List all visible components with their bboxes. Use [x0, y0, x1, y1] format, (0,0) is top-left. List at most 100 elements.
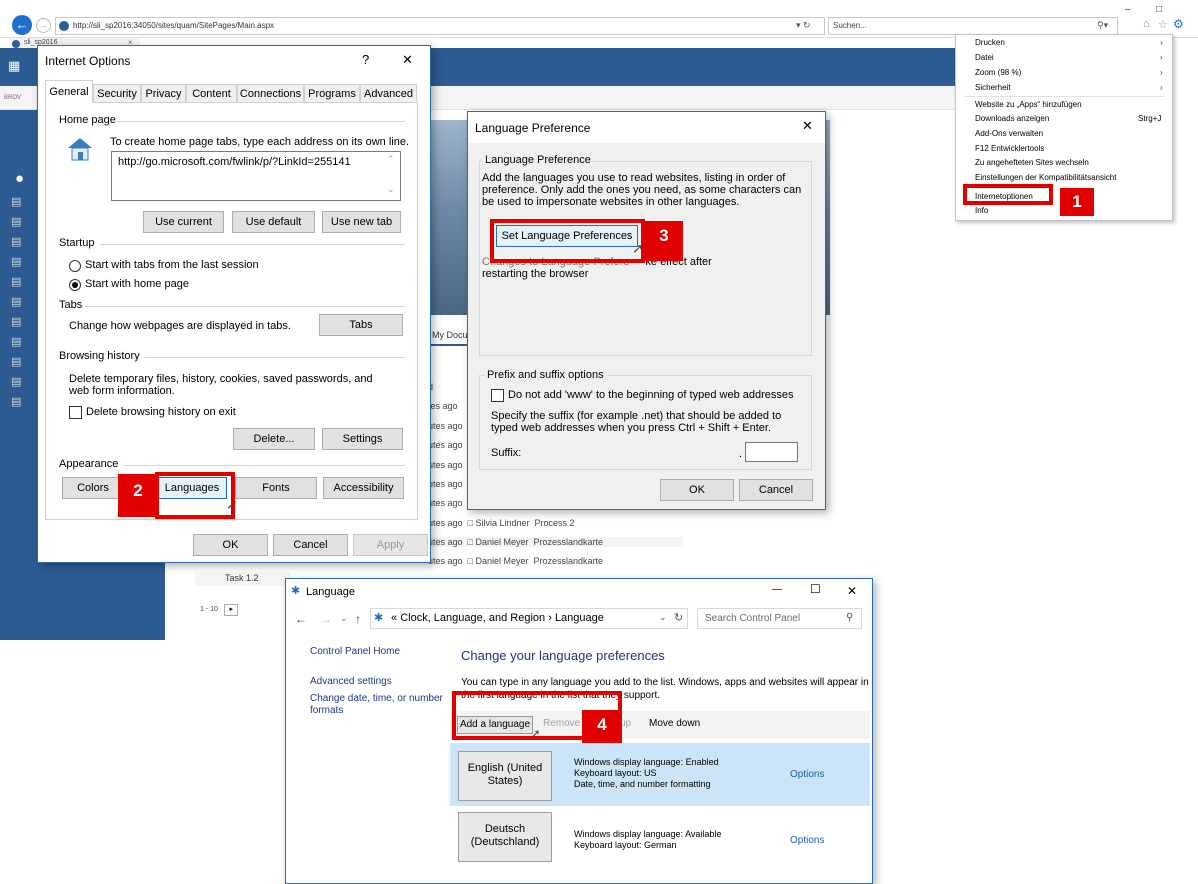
- search-icon[interactable]: ⚲: [846, 612, 853, 623]
- help-button[interactable]: ?: [362, 52, 369, 67]
- menu-item-add-apps[interactable]: Website zu „Apps“ hinzufügen: [975, 100, 1082, 109]
- colors-button[interactable]: Colors: [62, 477, 124, 499]
- cp-address-dropdown-icon[interactable]: ⌄: [659, 612, 667, 623]
- no-www-label[interactable]: Do not add 'www' to the beginning of typ…: [508, 389, 794, 401]
- accessibility-button[interactable]: Accessibility: [323, 477, 404, 499]
- gear-icon[interactable]: ⚙: [1173, 17, 1184, 31]
- cp-nav-forward-icon[interactable]: →: [320, 612, 332, 626]
- menu-item-f12[interactable]: F12 Entwicklertools: [975, 144, 1044, 153]
- table-row: utes ago □ Daniel Meyer Prozesslandkarte: [428, 537, 683, 547]
- back-icon[interactable]: ←: [12, 15, 32, 35]
- scroll-up-icon[interactable]: ⌃: [387, 154, 395, 165]
- startup-home-radio[interactable]: [69, 279, 81, 291]
- menu-item-downloads[interactable]: Downloads anzeigen: [975, 114, 1049, 123]
- breadcrumb: « Clock, Language, and Region › Language: [391, 612, 604, 624]
- cp-search-box[interactable]: Search Control Panel ⚲: [697, 608, 862, 629]
- menu-item-drucken[interactable]: Drucken: [975, 38, 1005, 47]
- delete-on-exit-label[interactable]: Delete browsing history on exit: [86, 406, 236, 418]
- table-row: tes ago: [428, 401, 458, 411]
- window-min-icon[interactable]: –: [1125, 4, 1131, 15]
- tab-connections[interactable]: Connections: [237, 84, 304, 103]
- menu-item-addons[interactable]: Add-Ons verwalten: [975, 129, 1043, 138]
- home-page-textarea[interactable]: http://go.microsoft.com/fwlink/p/?LinkId…: [111, 151, 401, 201]
- menu-item-zoom[interactable]: Zoom (98 %): [975, 68, 1021, 77]
- delete-on-exit-checkbox[interactable]: [69, 406, 82, 419]
- forward-icon[interactable]: →: [36, 18, 51, 33]
- site-favicon-icon: [59, 21, 69, 31]
- cp-maximize-icon[interactable]: ☐: [810, 582, 821, 596]
- language-options-link[interactable]: Options: [790, 769, 824, 780]
- cp-refresh-icon[interactable]: ↻: [674, 611, 683, 624]
- cp-minimize-icon[interactable]: —: [772, 584, 782, 595]
- menu-item-info[interactable]: Info: [975, 206, 988, 215]
- tabs-settings-button[interactable]: Tabs: [319, 314, 403, 336]
- chevron-right-icon: ›: [1160, 68, 1163, 77]
- table-row: utes ago: [428, 479, 463, 489]
- language-options-link[interactable]: Options: [790, 835, 824, 846]
- home-icon[interactable]: ⌂: [1143, 18, 1150, 30]
- startup-last-label[interactable]: Start with tabs from the last session: [85, 259, 259, 271]
- lp-group-label-text: Language Preference: [485, 154, 591, 166]
- language-info: Windows display language: Enabled Keyboa…: [574, 757, 719, 790]
- menu-item-compat-view[interactable]: Einstellungen der Kompatibilitätsansicht: [975, 173, 1116, 182]
- menu-item-pinned-sites[interactable]: Zu angehefteten Sites wechseln: [975, 158, 1089, 167]
- delete-button[interactable]: Delete...: [233, 428, 315, 450]
- tab-general[interactable]: General: [45, 80, 93, 103]
- tab-privacy[interactable]: Privacy: [141, 84, 186, 103]
- cp-link-home[interactable]: Control Panel Home: [310, 646, 400, 657]
- language-name-button[interactable]: English (United States): [458, 751, 552, 801]
- refresh-icon[interactable]: ▾ ↻: [796, 20, 811, 31]
- suffix-dot: .: [739, 448, 743, 460]
- cancel-button[interactable]: Cancel: [273, 534, 348, 556]
- window-max-icon[interactable]: □: [1156, 4, 1162, 15]
- list-item[interactable]: English (United States) Windows display …: [450, 743, 870, 806]
- cp-link-advanced[interactable]: Advanced settings: [310, 676, 392, 687]
- move-down-button[interactable]: Move down: [649, 718, 700, 729]
- browser-search-box[interactable]: Suchen... ⚲▾: [828, 17, 1118, 35]
- menu-item-sicherheit[interactable]: Sicherheit: [975, 83, 1011, 92]
- use-new-tab-button[interactable]: Use new tab: [322, 211, 401, 233]
- list-item[interactable]: Deutsch (Deutschland) Windows display la…: [450, 806, 870, 872]
- language-info-line: Date, time, and number formatting: [574, 779, 711, 789]
- startup-home-label[interactable]: Start with home page: [85, 278, 189, 290]
- favorites-icon[interactable]: ☆: [1158, 18, 1168, 31]
- menu-item-datei[interactable]: Datei: [975, 53, 994, 62]
- tab-content[interactable]: Content: [186, 84, 237, 103]
- tab-security[interactable]: Security: [93, 84, 141, 103]
- cp-close-icon[interactable]: ✕: [847, 584, 857, 598]
- lp-ok-button[interactable]: OK: [660, 479, 734, 501]
- no-www-checkbox[interactable]: [491, 389, 504, 402]
- settings-button[interactable]: Settings: [322, 428, 403, 450]
- close-icon[interactable]: ✕: [402, 52, 413, 68]
- address-bar[interactable]: http://sli_sp2016:34050/sites/quam/SiteP…: [55, 17, 825, 35]
- breadcrumb-clock-region[interactable]: Clock, Language, and Region: [400, 612, 545, 624]
- menu-separator: [965, 96, 1165, 97]
- lp-cancel-button[interactable]: Cancel: [739, 479, 813, 501]
- pager-next-button[interactable]: ▸: [224, 604, 239, 616]
- scroll-down-icon[interactable]: ⌄: [387, 184, 395, 195]
- app-launcher-icon[interactable]: ▦: [8, 58, 20, 74]
- cp-nav-up-icon[interactable]: ↑: [355, 612, 361, 626]
- tab-programs[interactable]: Programs: [304, 84, 360, 103]
- cp-link-date-formats[interactable]: Change date, time, or number formats: [310, 693, 445, 717]
- fonts-button[interactable]: Fonts: [235, 477, 317, 499]
- cp-nav-recent-icon[interactable]: ⌄: [340, 613, 348, 624]
- pager-label: 1 - 10: [200, 606, 218, 613]
- group-divider: [100, 244, 405, 245]
- use-default-button[interactable]: Use default: [232, 211, 315, 233]
- breadcrumb-language[interactable]: Language: [555, 612, 604, 624]
- cp-address-bar[interactable]: ✱ « Clock, Language, and Region › Langua…: [370, 608, 688, 629]
- search-icon[interactable]: ⚲▾: [1097, 20, 1108, 31]
- apply-button[interactable]: Apply: [353, 534, 428, 556]
- site-logo-icon: ●: [15, 170, 25, 187]
- use-current-button[interactable]: Use current: [143, 211, 224, 233]
- startup-last-radio[interactable]: [69, 260, 81, 272]
- ok-button[interactable]: OK: [193, 534, 268, 556]
- group-divider: [85, 306, 405, 307]
- lp-close-icon[interactable]: ✕: [802, 118, 813, 134]
- dialog-title: Internet Options: [45, 54, 131, 68]
- suffix-input[interactable]: [745, 442, 798, 462]
- tab-advanced[interactable]: Advanced: [360, 84, 417, 103]
- language-name-button[interactable]: Deutsch (Deutschland): [458, 812, 552, 862]
- cp-nav-back-icon[interactable]: ←: [295, 612, 307, 626]
